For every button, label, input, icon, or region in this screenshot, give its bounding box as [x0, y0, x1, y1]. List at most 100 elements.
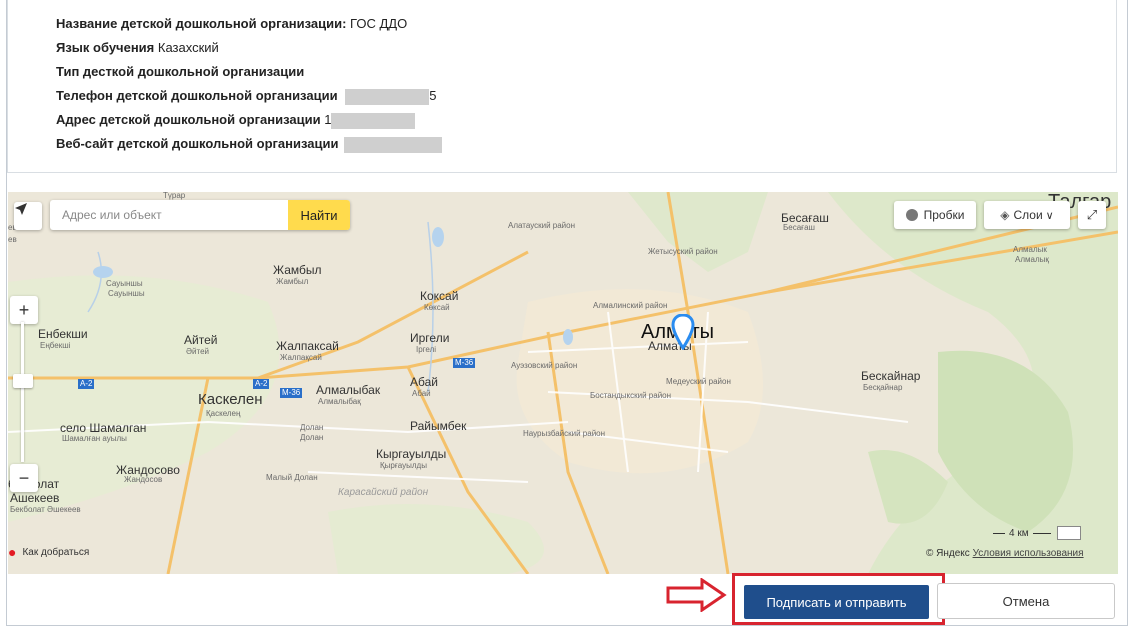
place-label: Долан: [300, 423, 324, 432]
place-label: село Шамалган: [60, 421, 147, 435]
redacted-address: [331, 112, 416, 129]
map-background: [8, 192, 1118, 574]
place-label: Жалпаксай: [276, 339, 339, 353]
district-label: Жетысуский район: [648, 247, 718, 256]
expand-icon: ⤢: [1086, 207, 1098, 222]
place-label: Малый Долан: [266, 473, 318, 482]
org-type-label: Тип десткой дошкольной организации: [56, 64, 305, 79]
address-head: 1: [324, 112, 332, 127]
place-sublabel: Жалпақсай: [280, 353, 322, 362]
road-badge: А-2: [253, 379, 270, 389]
place-label: Жамбыл: [273, 263, 322, 277]
language-label: Язык обучения: [56, 40, 155, 55]
road-badge: М-36: [453, 358, 476, 368]
place-label: Ашекеев: [10, 491, 60, 505]
district-label: Карасайский район: [338, 487, 429, 498]
organization-info-panel: Название детской дошкольной организации:…: [7, 0, 1117, 173]
place-sublabel: Қаскелең: [206, 409, 241, 418]
place-sublabel: Шамалған ауылы: [62, 434, 127, 443]
traffic-button[interactable]: Пробки: [894, 201, 976, 229]
org-name-label: Название детской дошкольной организации:: [56, 16, 347, 31]
address-row: Адрес детской дошкольной организации 1: [56, 112, 416, 129]
district-label: Бостандыкский район: [590, 391, 672, 400]
fullscreen-button[interactable]: ⤢: [1078, 201, 1106, 229]
place-label: Сауыншы: [106, 279, 143, 288]
terms-link[interactable]: Условия использования: [973, 548, 1084, 559]
place-sublabel: Сауыншы: [108, 289, 145, 298]
org-type-row: Тип десткой дошкольной организации: [56, 64, 304, 79]
phone-row: Телефон детской дошкольной организации 5: [56, 88, 436, 105]
traffic-label: Пробки: [923, 208, 965, 222]
district-label: Алатауский район: [508, 221, 576, 230]
yandex-map[interactable]: Түрар Талгар Бесағаш Бесағаш Алматы Алма…: [8, 192, 1118, 574]
place-label: Кыргауылды: [376, 447, 447, 461]
place-label: Енбекши: [38, 327, 88, 341]
place-label: Айтей: [184, 333, 218, 347]
address-search-input[interactable]: [50, 200, 288, 230]
arrow-pointer-icon: [666, 578, 727, 612]
place-label: Райымбек: [410, 419, 467, 433]
place-label: Каскелен: [198, 391, 263, 408]
district-label: Наурызбайский район: [523, 429, 606, 438]
route-label: Как добраться: [22, 546, 90, 558]
road-badge: М-36: [280, 388, 303, 398]
language-value: Казахский: [157, 40, 219, 55]
layers-icon: ◈: [1000, 208, 1010, 222]
place-label: Коксай: [420, 289, 459, 303]
org-name-value: ГОС ДДО: [350, 16, 408, 31]
district-label: Алмалинский район: [593, 301, 668, 310]
redacted-website: [344, 136, 443, 153]
zoom-out-button[interactable]: −: [10, 464, 38, 492]
zoom-slider-handle[interactable]: [13, 374, 33, 388]
location-pin-icon[interactable]: [671, 314, 695, 350]
ruler-icon[interactable]: [1056, 526, 1081, 540]
phone-tail: 5: [429, 88, 437, 103]
district-label: Медеуский район: [666, 377, 731, 386]
place-sublabel: Алмалыбақ: [318, 397, 361, 406]
place-label: Алмалыбак: [316, 383, 381, 397]
layers-label: Слои: [1013, 208, 1043, 222]
place-label: Иргели: [410, 331, 450, 345]
place-sublabel: Әйтей: [186, 347, 209, 356]
phone-label: Телефон детской дошкольной организации: [56, 88, 338, 103]
map-scale: 4 км: [993, 526, 1081, 540]
route-link[interactable]: ● Как добраться: [8, 544, 89, 560]
place-label: Абай: [410, 375, 438, 389]
place-sublabel: Алмалық: [1015, 255, 1049, 264]
layers-button[interactable]: ◈ Слои ∨: [984, 201, 1070, 229]
district-label: Ауэзовский район: [511, 361, 578, 370]
website-row: Веб-сайт детской дошкольной организации: [56, 136, 443, 153]
website-label: Веб-сайт детской дошкольной организации: [56, 136, 339, 151]
place-label: Алмалык: [1013, 245, 1047, 254]
geolocation-button[interactable]: [14, 202, 42, 230]
place-sublabel: Жамбыл: [276, 277, 309, 286]
place-sublabel: Бесағаш: [783, 223, 815, 232]
redacted-phone: [345, 88, 430, 105]
place-sublabel: Жандосов: [124, 475, 163, 484]
org-name-row: Название детской дошкольной организации:…: [56, 16, 407, 31]
road-badge: А-2: [78, 379, 95, 389]
place-label: Бескайнар: [861, 369, 921, 383]
language-row: Язык обучения Казахский: [56, 40, 219, 55]
copyright-text: © Яндекс: [926, 548, 970, 559]
zoom-in-button[interactable]: +: [10, 296, 38, 324]
place-label: Бекболат Әшекеев: [10, 505, 81, 514]
scale-label: 4 км: [1009, 527, 1029, 539]
navigation-arrow-icon: [15, 203, 27, 215]
address-label: Адрес детской дошкольной организации: [56, 112, 321, 127]
place-sublabel: Бесқайнар: [863, 383, 903, 392]
place-sublabel: Қырғауылды: [380, 461, 427, 470]
place-label: ев: [8, 235, 17, 244]
map-copyright: © Яндекс Условия использования: [926, 548, 1084, 559]
route-pin-icon: ●: [8, 544, 17, 560]
chevron-down-icon: ∨: [1045, 209, 1054, 222]
zoom-slider-track[interactable]: [13, 322, 33, 462]
sign-and-submit-button[interactable]: Подписать и отправить: [744, 585, 929, 619]
map-search: Найти: [50, 200, 350, 230]
find-button[interactable]: Найти: [288, 200, 350, 230]
cancel-button[interactable]: Отмена: [937, 583, 1115, 619]
traffic-icon: [905, 209, 918, 221]
place-sublabel: Долан: [300, 433, 324, 442]
place-sublabel: Абай: [412, 389, 431, 398]
place-label: Түрар: [163, 192, 186, 200]
